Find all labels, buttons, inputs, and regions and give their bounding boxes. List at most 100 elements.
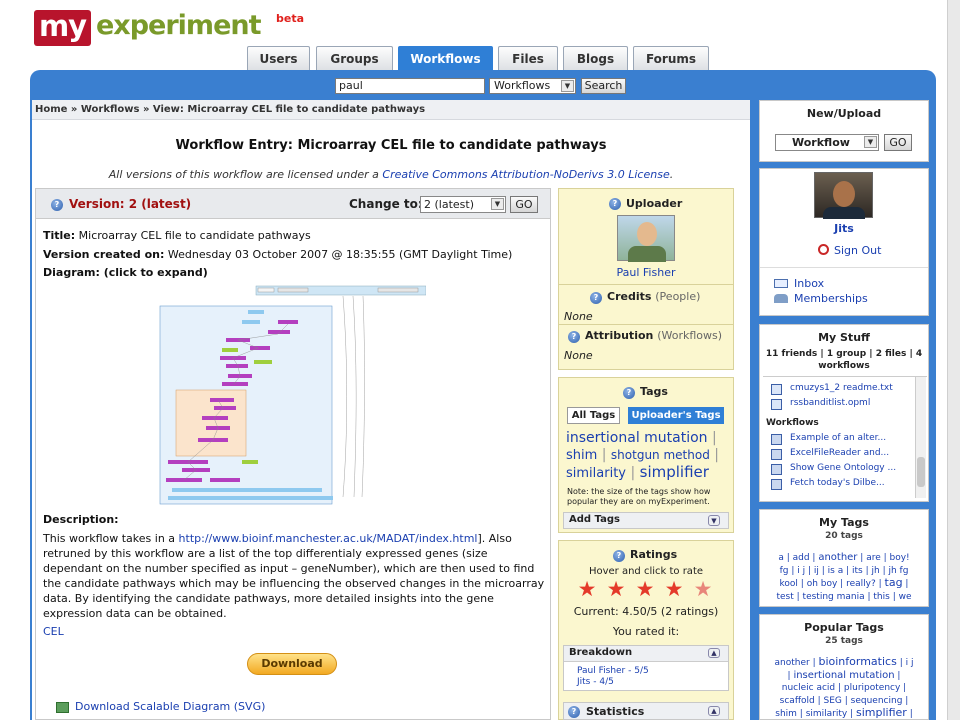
tag-link[interactable]: fg (780, 566, 789, 576)
description-link[interactable]: http://www.bioinf.manchester.ac.uk/MADAT… (179, 532, 478, 545)
breakdown-header[interactable]: Breakdown ▲ (564, 646, 728, 662)
tag-link[interactable]: kool (780, 579, 798, 589)
tag-link[interactable]: ij (814, 566, 819, 576)
tag-link-cel[interactable]: CEL (43, 625, 64, 638)
tag-link[interactable]: oh boy (807, 579, 838, 589)
help-icon[interactable]: ? (609, 198, 621, 210)
workflow-link[interactable]: Show Gene Ontology ... (790, 463, 896, 473)
friends-count[interactable]: 11 friends (766, 349, 817, 359)
tag-link[interactable]: really? (846, 579, 876, 589)
search-scope-value: Workflows (494, 79, 551, 92)
tag-link[interactable]: jh (871, 566, 879, 576)
tag-link[interactable]: nucleic acid (782, 683, 835, 693)
tag-link[interactable]: shim (775, 709, 797, 719)
star-icon[interactable]: ★ (577, 579, 597, 600)
sign-out-link[interactable]: Sign Out (834, 244, 881, 257)
tab-users[interactable]: Users (247, 46, 310, 71)
tag-link[interactable]: bioinformatics (818, 655, 896, 668)
star-icon[interactable]: ★ (635, 579, 655, 600)
popular-tags-cloud: another | bioinformatics | i j | inserti… (774, 655, 914, 719)
tag-link[interactable]: shim (566, 448, 597, 463)
tag-link[interactable]: another (818, 552, 857, 563)
search-input[interactable]: paul (335, 78, 485, 94)
tag-link[interactable]: similarity (566, 466, 626, 481)
new-upload-go-button[interactable]: GO (884, 134, 912, 151)
breakdown-item[interactable]: Paul Fisher - 5/5 (577, 666, 649, 676)
tab-workflows[interactable]: Workflows (398, 46, 493, 71)
help-icon[interactable]: ? (623, 387, 635, 399)
workflow-link[interactable]: Fetch today's Dilbe... (790, 478, 885, 488)
breadcrumb-text[interactable]: Home » Workflows » View: Microarray CEL … (35, 104, 425, 115)
files-count[interactable]: 2 files (876, 349, 907, 359)
star-icon[interactable]: ★ (606, 579, 626, 600)
tag-link[interactable]: scaffold (780, 696, 815, 706)
help-icon[interactable]: ? (568, 331, 580, 343)
tag-link[interactable]: insertional mutation (566, 430, 708, 446)
version-go-button[interactable]: GO (510, 196, 538, 213)
memberships-link[interactable]: Memberships (794, 292, 868, 305)
description-label: Description: (43, 513, 119, 526)
user-avatar[interactable] (814, 172, 873, 219)
tag-link[interactable]: simplifier (640, 463, 709, 481)
workflow-link[interactable]: ExcelFileReader and... (790, 448, 889, 458)
star-icon[interactable]: ★ (693, 579, 713, 600)
tag-link[interactable]: pluripotency (844, 683, 900, 693)
tag-link[interactable]: simplifier (856, 706, 907, 719)
workflows-count[interactable]: 4 (916, 349, 922, 359)
tag-link[interactable]: another (775, 658, 810, 668)
search-button[interactable]: Search (581, 78, 626, 94)
uploader-name-link[interactable]: Paul Fisher (558, 266, 734, 279)
tag-link[interactable]: boy! (890, 553, 910, 563)
version-select[interactable]: 2 (latest) ▼ (420, 196, 506, 213)
tag-link[interactable]: similarity (806, 709, 848, 719)
add-tags-bar[interactable]: Add Tags ▼ (563, 512, 729, 529)
tag-link[interactable]: testing mania (803, 592, 865, 602)
tag-link[interactable]: a (778, 553, 784, 563)
file-icon (771, 399, 782, 410)
workflow-link[interactable]: Example of an alter... (790, 433, 886, 443)
inbox-link[interactable]: Inbox (794, 277, 824, 290)
search-scope-select[interactable]: Workflows ▼ (489, 78, 576, 94)
tag-link[interactable]: is a (828, 566, 844, 576)
star-icon[interactable]: ★ (664, 579, 684, 600)
users-icon (774, 294, 788, 303)
tag-link[interactable]: add (793, 553, 810, 563)
tab-groups[interactable]: Groups (316, 46, 393, 71)
tag-link[interactable]: shotgun method (611, 448, 710, 462)
tag-link[interactable]: jh fg (888, 566, 908, 576)
tag-link[interactable]: are (866, 553, 881, 563)
tag-link[interactable]: we (899, 592, 912, 602)
help-icon[interactable]: ? (51, 199, 63, 211)
user-name-link[interactable]: Jits (759, 222, 929, 235)
tag-link[interactable]: i j (906, 658, 914, 668)
breakdown-item[interactable]: Jits - 4/5 (577, 677, 614, 687)
groups-count[interactable]: 1 group (827, 349, 866, 359)
download-svg-link[interactable]: Download Scalable Diagram (SVG) (75, 700, 265, 713)
tag-link[interactable]: tag (885, 576, 903, 589)
tag-link[interactable]: insertional mutation (793, 670, 894, 681)
uploader-avatar[interactable] (617, 215, 675, 262)
window-scrollbar[interactable] (947, 0, 960, 720)
download-button[interactable]: Download (247, 653, 337, 675)
my-stuff-scrollbar[interactable] (915, 377, 926, 498)
statistics-bar[interactable]: ? Statistics ▲ (563, 702, 729, 720)
license-link[interactable]: Creative Commons Attribution-NoDerivs 3.… (382, 168, 669, 181)
tag-link[interactable]: sequencing (851, 696, 903, 706)
tag-link[interactable]: test (776, 592, 793, 602)
file-link[interactable]: cmuzys1_2 readme.txt (790, 383, 893, 393)
new-upload-select[interactable]: Workflow ▼ (775, 134, 879, 151)
workflow-diagram[interactable] (158, 282, 426, 506)
tag-link[interactable]: SEG (824, 696, 842, 706)
tab-forums[interactable]: Forums (633, 46, 709, 71)
page-title: Workflow Entry: Microarray CEL file to c… (175, 138, 607, 153)
tag-link[interactable]: its (852, 566, 863, 576)
tab-blogs[interactable]: Blogs (563, 46, 628, 71)
uploaders-tags-tab[interactable]: Uploader's Tags (628, 407, 724, 424)
file-link[interactable]: rssbanditlist.opml (790, 398, 870, 408)
all-tags-tab[interactable]: All Tags (567, 407, 620, 424)
tag-link[interactable]: this (873, 592, 889, 602)
tab-files[interactable]: Files (498, 46, 558, 71)
help-icon[interactable]: ? (613, 550, 625, 562)
tag-link[interactable]: i j (797, 566, 805, 576)
help-icon[interactable]: ? (590, 292, 602, 304)
